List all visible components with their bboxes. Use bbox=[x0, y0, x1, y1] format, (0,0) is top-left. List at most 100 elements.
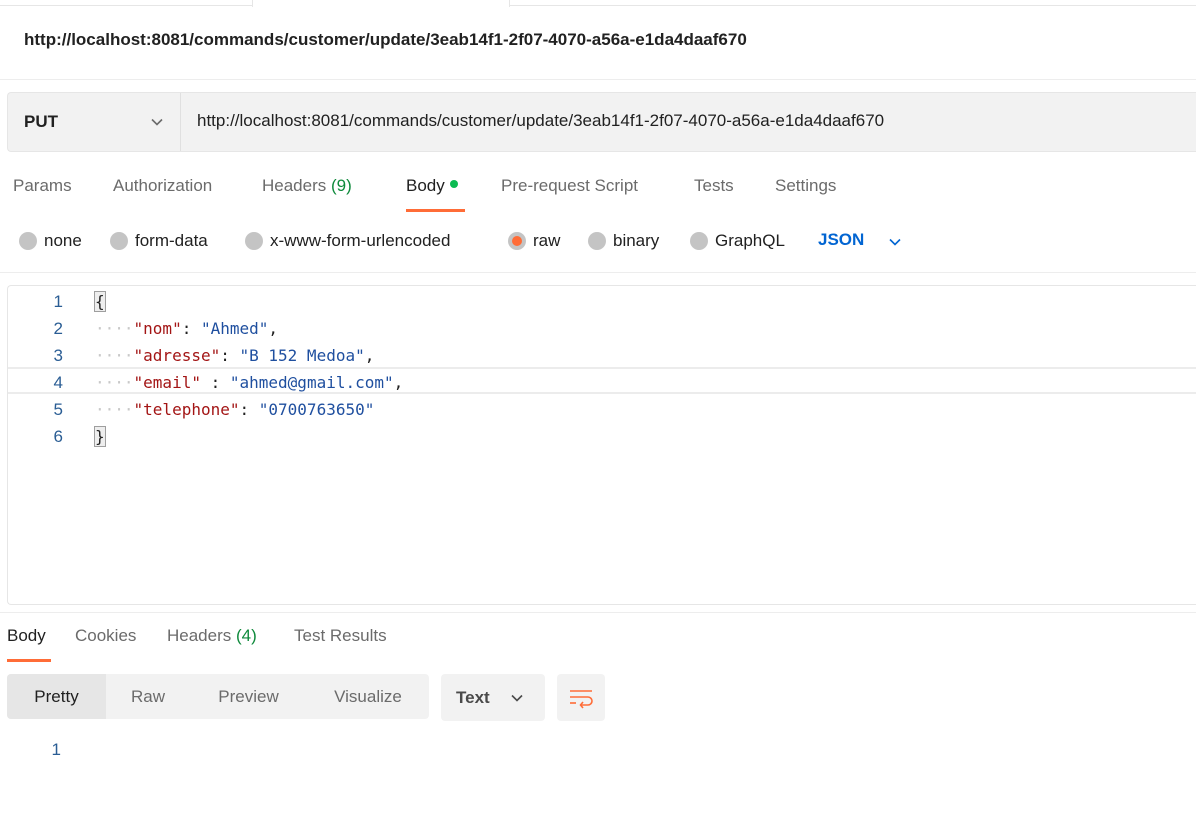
response-tab-test-results-label: Test Results bbox=[294, 626, 387, 645]
divider bbox=[0, 272, 1196, 273]
response-headers-count: (4) bbox=[236, 626, 257, 645]
radio-label: raw bbox=[533, 231, 561, 250]
radio-label: x-www-form-urlencoded bbox=[270, 231, 451, 250]
divider bbox=[0, 612, 1196, 613]
request-tab-strip bbox=[0, 0, 1196, 7]
language-select[interactable]: JSON bbox=[818, 230, 901, 250]
code-line-current: 4 ····"email" : "ahmed@gmail.com", bbox=[8, 367, 1196, 394]
active-tab-underline bbox=[7, 659, 51, 662]
chevron-down-icon bbox=[151, 118, 163, 126]
url-input[interactable]: http://localhost:8081/commands/customer/… bbox=[197, 111, 884, 131]
divider bbox=[0, 79, 1196, 80]
chevron-down-icon bbox=[889, 238, 901, 246]
line-code: ····"telephone": "0700763650" bbox=[95, 400, 375, 419]
radio-selected-icon bbox=[508, 232, 526, 250]
tab-headers[interactable]: Headers (9) bbox=[262, 176, 352, 196]
tab-params[interactable]: Params bbox=[13, 176, 72, 196]
open-brace: { bbox=[94, 291, 106, 312]
line-number: 5 bbox=[53, 400, 63, 419]
line-code: } bbox=[94, 426, 106, 447]
wrap-lines-icon bbox=[570, 690, 593, 709]
body-indicator-dot bbox=[449, 180, 458, 188]
url-bar: PUT http://localhost:8081/commands/custo… bbox=[7, 92, 1196, 152]
radio-icon bbox=[245, 232, 263, 250]
code-line: 1 { bbox=[8, 288, 1196, 315]
chevron-down-icon bbox=[511, 694, 523, 702]
language-label: JSON bbox=[818, 230, 865, 249]
code-line: 2 ····"nom": "Ahmed", bbox=[8, 315, 1196, 342]
body-editor[interactable]: 1 { 2 ····"nom": "Ahmed", 3 ····"adresse… bbox=[7, 285, 1196, 605]
view-raw-button[interactable]: Raw bbox=[106, 674, 190, 719]
tab-pre-request-label: Pre-request Script bbox=[501, 176, 638, 195]
method-select[interactable]: PUT bbox=[8, 93, 181, 151]
response-view-toggle: Pretty Raw Preview Visualize bbox=[7, 674, 429, 719]
radio-icon bbox=[588, 232, 606, 250]
response-tab-headers-label: Headers bbox=[167, 626, 232, 645]
code-line: 5 ····"telephone": "0700763650" bbox=[8, 396, 1196, 423]
json-comma: , bbox=[393, 373, 404, 392]
active-request-tab[interactable] bbox=[252, 0, 510, 7]
json-separator: : bbox=[200, 373, 230, 392]
response-format-select[interactable]: Text bbox=[441, 674, 545, 721]
radio-label: none bbox=[44, 231, 82, 250]
json-value: "ahmed@gmail.com" bbox=[229, 373, 394, 392]
close-brace: } bbox=[94, 426, 106, 447]
headers-count: (9) bbox=[331, 176, 352, 195]
radio-label: GraphQL bbox=[715, 231, 785, 250]
radio-icon bbox=[690, 232, 708, 250]
tab-settings[interactable]: Settings bbox=[775, 176, 836, 196]
line-number: 2 bbox=[53, 319, 63, 338]
code-line: 6 } bbox=[8, 423, 1196, 450]
json-key: "nom" bbox=[133, 319, 182, 338]
tab-settings-label: Settings bbox=[775, 176, 837, 195]
view-preview-button[interactable]: Preview bbox=[190, 674, 307, 719]
line-number: 4 bbox=[53, 373, 63, 392]
active-tab-underline bbox=[406, 209, 465, 212]
method-label: PUT bbox=[24, 112, 58, 131]
json-comma: , bbox=[268, 319, 279, 338]
line-code: ····"adresse": "B 152 Medoa", bbox=[95, 346, 375, 365]
json-value: "B 152 Medoa" bbox=[239, 346, 365, 365]
tab-tests-label: Tests bbox=[694, 176, 734, 195]
response-tab-cookies[interactable]: Cookies bbox=[75, 626, 136, 646]
radio-label: form-data bbox=[135, 231, 208, 250]
json-key: "email" bbox=[133, 373, 201, 392]
response-tab-headers[interactable]: Headers (4) bbox=[167, 626, 257, 646]
tab-authorization-label: Authorization bbox=[113, 176, 213, 195]
json-separator: : bbox=[220, 346, 240, 365]
line-code: ····"nom": "Ahmed", bbox=[95, 319, 279, 338]
tab-body[interactable]: Body bbox=[406, 176, 458, 196]
json-value: "0700763650" bbox=[258, 400, 375, 419]
code-line: 3 ····"adresse": "B 152 Medoa", bbox=[8, 342, 1196, 369]
tab-pre-request-script[interactable]: Pre-request Script bbox=[501, 176, 638, 196]
response-tab-cookies-label: Cookies bbox=[75, 626, 137, 645]
tab-tests[interactable]: Tests bbox=[694, 176, 734, 196]
tab-params-label: Params bbox=[13, 176, 72, 195]
json-separator: : bbox=[239, 400, 259, 419]
line-number: 6 bbox=[53, 427, 63, 446]
radio-icon bbox=[19, 232, 37, 250]
radio-label: binary bbox=[613, 231, 660, 250]
view-pretty-button[interactable]: Pretty bbox=[7, 674, 106, 719]
line-code: ····"email" : "ahmed@gmail.com", bbox=[95, 373, 404, 392]
request-title[interactable]: http://localhost:8081/commands/customer/… bbox=[24, 30, 747, 50]
json-separator: : bbox=[181, 319, 201, 338]
json-value: "Ahmed" bbox=[200, 319, 269, 338]
line-number: 1 bbox=[53, 292, 63, 311]
json-key: "adresse" bbox=[133, 346, 221, 365]
response-tab-body-label: Body bbox=[7, 626, 46, 645]
json-key: "telephone" bbox=[133, 400, 240, 419]
tab-body-label: Body bbox=[406, 176, 445, 195]
tab-authorization[interactable]: Authorization bbox=[113, 176, 212, 196]
format-label: Text bbox=[456, 688, 490, 707]
wrap-lines-button[interactable] bbox=[557, 674, 605, 721]
response-line-number: 1 bbox=[51, 740, 61, 759]
line-code: { bbox=[94, 291, 106, 312]
radio-icon bbox=[110, 232, 128, 250]
json-comma: , bbox=[364, 346, 375, 365]
view-visualize-button[interactable]: Visualize bbox=[307, 674, 429, 719]
response-tab-body[interactable]: Body bbox=[7, 626, 46, 646]
response-tab-test-results[interactable]: Test Results bbox=[294, 626, 387, 646]
tab-headers-label: Headers bbox=[262, 176, 327, 195]
line-number: 3 bbox=[53, 346, 63, 365]
